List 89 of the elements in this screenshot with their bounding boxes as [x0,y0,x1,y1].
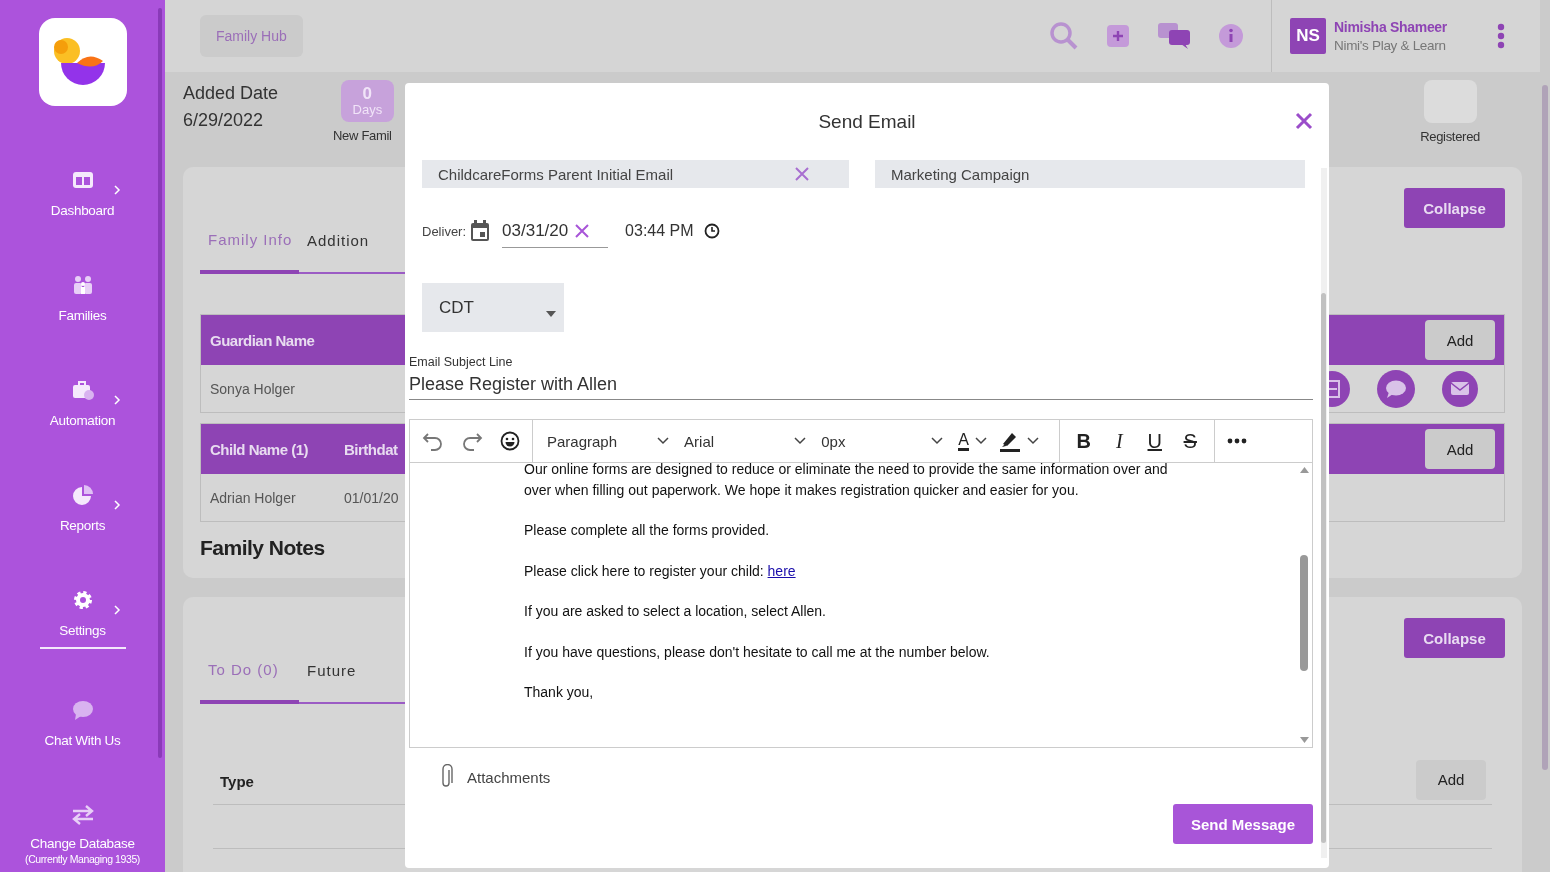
caret-icon [794,437,807,445]
clear-icon[interactable] [795,167,809,181]
bold-button[interactable]: B [1072,429,1096,453]
add-button[interactable]: Add [1425,320,1495,360]
chat-bubble-icon [71,699,94,721]
strike-button[interactable]: S [1178,429,1202,453]
section-title: Family Notes [200,536,325,560]
dropdown-arrow-icon [546,310,556,317]
paragraph: If you have questions, please don't hesitate to call me at the number below. [524,642,991,662]
caret-icon [657,437,670,445]
clock-icon[interactable] [703,223,720,239]
tab[interactable]: Addition [299,223,399,274]
paperclip-icon [439,764,453,790]
underline-button[interactable]: U [1143,429,1167,453]
paragraph: Please complete all the forms provided. [524,521,771,540]
column-header: Guardian Name [210,331,316,349]
sidebar-item[interactable]: Automation [7,379,158,484]
more-menu-icon[interactable] [1497,23,1505,49]
added-date-value: 6/29/2022 [183,110,265,131]
font-size-dropdown[interactable]: 0px [821,432,944,450]
sidebar-item[interactable]: Chat With Us [7,699,158,804]
caret-icon [931,437,944,445]
block-format-dropdown[interactable]: Paragraph [547,432,670,450]
campaign-select[interactable]: Marketing Campaign [875,160,1305,188]
subject-field[interactable]: Email Subject Line Please Register with Allen [409,355,1313,400]
collapse-button[interactable]: Collapse [1404,618,1505,658]
emoji-icon[interactable] [500,431,520,451]
stage-label: Registered [1420,129,1480,144]
paragraph: Thank you, [524,683,595,702]
pie-chart-icon [71,484,94,506]
page-scrollbar[interactable] [1542,85,1548,770]
calendar-icon[interactable] [470,220,491,242]
time-field[interactable]: 03:44 PM [625,222,694,240]
font-dropdown[interactable]: Arial [684,432,807,450]
timezone-select[interactable]: CDT [422,283,564,332]
briefcase-icon [71,379,94,401]
caret-icon [1027,437,1039,445]
sidebar-item[interactable]: Settings [7,589,158,694]
highlight-button[interactable] [999,430,1039,452]
sidebar-item[interactable]: Families [7,274,158,379]
email-icon[interactable] [1442,370,1478,407]
swap-arrows-icon [70,804,95,826]
chat-icon[interactable] [1157,22,1191,50]
tab[interactable]: Future [299,653,399,704]
attachments-button[interactable]: Attachments [439,764,1313,790]
sidebar-item[interactable]: Dashboard [7,169,158,274]
collapse-button[interactable]: Collapse [1404,188,1505,228]
redo-icon[interactable] [461,431,483,451]
settings-icon [71,589,94,611]
dialog-scrollbar[interactable] [1321,168,1327,858]
column-header: Type [219,773,254,790]
deliver-label: Deliver: [422,223,467,239]
message-icon[interactable] [1377,369,1415,408]
table-cell-text: 01/01/20 [344,489,400,506]
added-date-label: Added Date [183,83,280,104]
change-database-button[interactable]: Change Database (Currently Managing 1935) [7,804,158,865]
paragraph: Please click here to register your child: here [524,561,797,581]
close-icon[interactable] [1295,112,1313,130]
scroll-down-icon[interactable] [1299,737,1309,743]
text-color-button[interactable]: A [958,431,987,451]
date-field[interactable]: 03/31/20 [502,214,609,248]
undo-icon[interactable] [422,431,444,451]
link[interactable]: here [767,562,796,579]
organization-name: Nimi's Play & Learn [1334,38,1447,53]
stage-label: New Famil [333,128,392,143]
paragraph: If you are asked to select a location, select Allen. [524,602,827,621]
dialog-title: Send Email [818,110,916,133]
user-avatar[interactable]: NS [1290,18,1326,54]
sidebar-item[interactable]: Reports [7,484,158,589]
marker-icon [999,430,1021,452]
table-cell-text: Adrian Holger [210,489,297,506]
table-cell-text: Sonya Holger [210,380,296,397]
clear-icon[interactable] [574,222,591,239]
more-icon[interactable] [1227,438,1247,444]
add-button[interactable]: Add [1416,759,1486,800]
italic-button[interactable]: I [1107,429,1131,453]
scroll-up-icon[interactable] [1299,467,1309,473]
user-name: Nimisha Shameer [1334,19,1448,35]
column-header: Child Name (1) [210,440,309,458]
people-icon [71,274,94,296]
layout-icon [71,169,94,191]
paragraph: Our online forms are designed to reduce or eliminate the need to provide the same information over and over when filling out paperwork. We hope it makes registration quicker and easier for you. [524,463,1169,500]
send-message-button[interactable]: Send Message [1173,804,1313,844]
caret-icon [975,437,987,445]
add-button[interactable]: Add [1425,429,1495,469]
template-select[interactable]: ChildcareForms Parent Initial Email [422,160,849,188]
add-icon[interactable] [1107,25,1129,47]
column-header: Birthdat [344,440,399,458]
info-icon[interactable] [1219,24,1243,48]
